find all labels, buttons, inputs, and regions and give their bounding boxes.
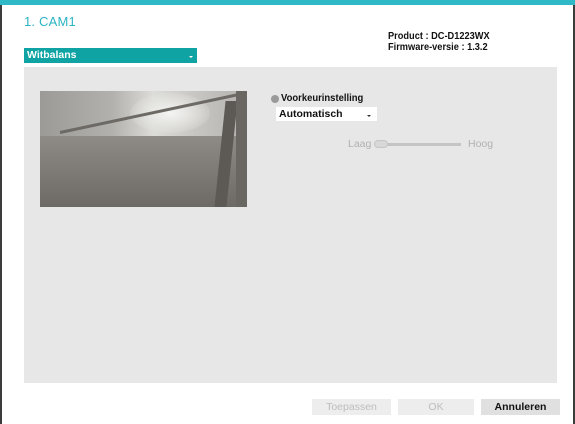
- ok-button[interactable]: OK: [398, 399, 474, 415]
- product-info: Product : DC-D1223WX Firmware-versie : 1…: [388, 31, 490, 53]
- cancel-button[interactable]: Annuleren: [481, 399, 560, 415]
- slider-high-label: Hoog: [468, 138, 494, 150]
- preview-frame-bar-right: [236, 91, 247, 207]
- preset-label: Voorkeurinstelling: [281, 92, 364, 104]
- top-accent-bar: [0, 0, 575, 5]
- settings-mode-select[interactable]: Witbalans: [24, 48, 197, 63]
- color-temperature-slider[interactable]: [376, 143, 461, 146]
- apply-button[interactable]: Toepassen: [312, 399, 391, 415]
- firmware-version: Firmware-versie : 1.3.2: [388, 41, 488, 53]
- left-window-border: [0, 5, 2, 424]
- slider-handle[interactable]: [374, 140, 388, 148]
- settings-mode-value: Witbalans: [27, 49, 77, 61]
- preset-select[interactable]: Automatisch: [276, 107, 377, 121]
- slider-low-label: Laag: [348, 138, 372, 150]
- camera-title: 1. CAM1: [24, 14, 76, 29]
- preset-select-value: Automatisch: [279, 108, 343, 120]
- chevron-down-icon: [189, 56, 193, 58]
- camera-preview: [40, 91, 247, 207]
- preset-radio-button[interactable]: [271, 95, 279, 103]
- chevron-down-icon: [367, 115, 371, 117]
